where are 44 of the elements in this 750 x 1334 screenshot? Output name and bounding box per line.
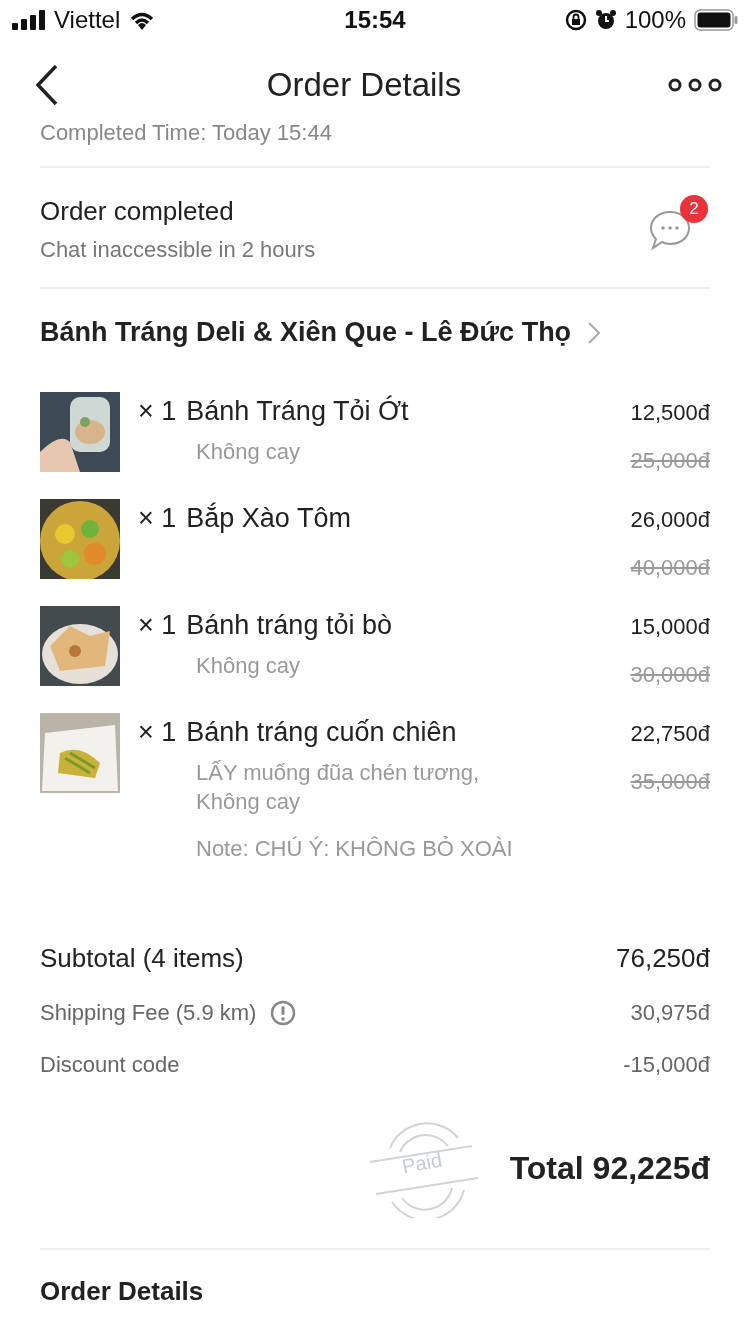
- item-name: Bánh tráng cuốn chiên: [186, 717, 457, 748]
- item-options: Không cay: [138, 437, 538, 466]
- item-quantity: × 1: [138, 503, 177, 534]
- item-options: Không cay: [138, 651, 538, 680]
- order-total: Total 92,225đ: [509, 1149, 710, 1187]
- clock-time: 15:54: [344, 6, 406, 34]
- summary-value: -15,000đ: [623, 1052, 710, 1078]
- summary-value: 76,250đ: [616, 943, 710, 974]
- item-price: 22,750đ: [630, 721, 710, 747]
- item-quantity: × 1: [138, 610, 177, 641]
- alarm-icon: [594, 9, 617, 31]
- summary-label: Shipping Fee (5.9 km): [40, 1000, 257, 1026]
- completed-time: Completed Time: Today 15:44: [40, 122, 333, 147]
- rotation-lock-icon: [564, 9, 587, 31]
- signal-icon: [12, 10, 46, 30]
- original-price: 25,000đ: [630, 448, 710, 474]
- item-name: Bắp Xào Tôm: [186, 503, 351, 534]
- battery-icon: [694, 9, 738, 31]
- summary-label: Discount code: [40, 1052, 180, 1078]
- section-title: Order Details: [40, 1248, 710, 1307]
- item-price: 12,500đ: [630, 400, 710, 426]
- item-price: 15,000đ: [630, 614, 710, 640]
- chat-badge: 2: [680, 194, 708, 223]
- item-quantity: × 1: [138, 396, 177, 427]
- item-quantity: × 1: [138, 717, 177, 748]
- info-icon[interactable]: [270, 1000, 297, 1026]
- carrier-name: Viettel: [54, 6, 121, 34]
- item-name: Bánh tráng tỏi bò: [186, 610, 392, 641]
- original-price: 40,000đ: [630, 555, 710, 581]
- item-options: LẤY muống đũa chén tương, Không cay: [138, 758, 538, 816]
- restaurant-link[interactable]: Bánh Tráng Deli & Xiên Que - Lê Đức Thọ: [40, 317, 602, 348]
- page-title: Order Details: [266, 66, 462, 104]
- summary-value: 30,975đ: [630, 1000, 710, 1026]
- battery-percent: 100%: [624, 6, 686, 34]
- chat-notice: Chat inaccessible in 2 hours: [40, 237, 316, 263]
- summary-label: Subtotal (4 items): [40, 943, 244, 974]
- item-name: Bánh Tráng Tỏi Ớt: [186, 396, 409, 427]
- item-note: Note: CHÚ Ý: KHÔNG BỎ XOÀI: [195, 835, 514, 863]
- original-price: 35,000đ: [630, 769, 710, 795]
- original-price: 30,000đ: [630, 662, 710, 688]
- item-price: 26,000đ: [630, 507, 710, 533]
- chevron-right-icon: [587, 320, 602, 345]
- chat-button[interactable]: [648, 208, 692, 251]
- order-status: Order completed: [40, 196, 235, 227]
